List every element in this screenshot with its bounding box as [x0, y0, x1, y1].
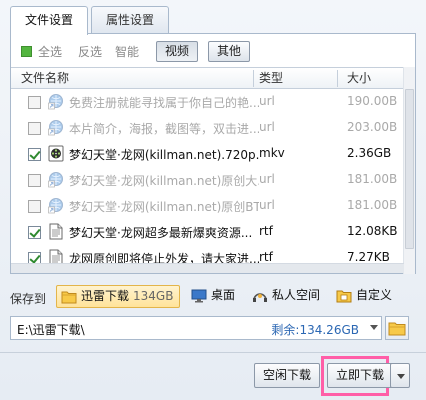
column-name-header[interactable]: 文件名称	[21, 68, 69, 89]
url-shortcut-icon	[48, 120, 63, 136]
save-path-combobox[interactable]: E:\迅雷下载\ 剩余:134.26GB	[10, 316, 382, 340]
file-size: 7.27KB	[347, 250, 390, 264]
idle-download-button[interactable]: 空闲下载	[254, 363, 321, 388]
private-space-icon	[253, 293, 267, 302]
file-type: url	[259, 120, 275, 134]
table-row[interactable]: 梦幻天堂·龙网(killman.net).720p.... mkv 2.36GB	[11, 141, 404, 167]
custom-folder-icon	[336, 290, 352, 303]
file-name: 梦幻天堂·龙网(killman.net)原创BT...	[69, 200, 259, 214]
table-row[interactable]: 梦幻天堂·龙网(killman.net)原创BT... url 181.00B	[11, 193, 404, 219]
other-filter-button[interactable]: 其他	[208, 41, 251, 62]
url-shortcut-icon	[48, 198, 63, 214]
url-shortcut-icon	[48, 172, 63, 188]
browse-folder-button[interactable]	[385, 316, 409, 340]
new-download-dialog: 文件设置 属性设置 全选 反选 智能 视频 其他 文件名称 类型 大小 免费注册…	[0, 0, 426, 400]
download-now-button[interactable]: 立即下载	[327, 363, 394, 388]
file-type: rtf	[259, 250, 273, 264]
table-row[interactable]: 本片简介，海报，截图等，双击进... url 203.00B	[11, 115, 404, 141]
custom-location-label: 自定义	[356, 288, 393, 302]
chevron-down-icon	[397, 374, 405, 379]
smart-select-link[interactable]: 智能	[115, 43, 139, 60]
scrollbar-thumb[interactable]	[405, 89, 414, 249]
private-space-label: 私人空间	[272, 288, 321, 302]
file-type: url	[259, 172, 275, 186]
file-size: 12.08KB	[347, 224, 398, 238]
file-name: 免费注册就能寻找属于你自己的艳...	[69, 96, 259, 110]
tab-file-settings[interactable]: 文件设置	[10, 6, 89, 35]
column-size-header[interactable]: 大小	[347, 68, 371, 89]
file-size: 2.36GB	[347, 146, 392, 160]
row-checkbox[interactable]	[28, 226, 41, 239]
xunlei-location-label: 迅雷下载	[81, 289, 130, 303]
desktop-location-button[interactable]: 桌面	[187, 285, 241, 308]
table-row[interactable]: 免费注册就能寻找属于你自己的艳... url 190.00B	[11, 89, 404, 115]
file-list-panel: 全选 反选 智能 视频 其他 文件名称 类型 大小 免费注册就能寻找属于你自己的…	[10, 33, 416, 274]
filter-bar: 全选 反选 智能 视频 其他	[11, 34, 415, 67]
file-rows: 免费注册就能寻找属于你自己的艳... url 190.00B 本片简介，海报，截…	[11, 89, 404, 275]
horizontal-scrollbar[interactable]	[11, 263, 404, 273]
file-size: 190.00B	[347, 94, 398, 108]
table-row[interactable]: 梦幻天堂·龙网超多最新爆爽资源... rtf 12.08KB	[11, 219, 404, 245]
select-all-indicator-icon[interactable]	[21, 46, 32, 57]
column-separator[interactable]	[253, 70, 254, 87]
tab-property-settings[interactable]: 属性设置	[91, 6, 170, 34]
row-checkbox[interactable]	[28, 174, 41, 187]
row-checkbox[interactable]	[28, 122, 41, 135]
desktop-location-label: 桌面	[211, 288, 236, 302]
column-separator[interactable]	[337, 70, 338, 87]
file-size: 203.00B	[347, 120, 398, 134]
file-name: 梦幻天堂·龙网(killman.net).720p....	[69, 148, 259, 162]
select-all-link[interactable]: 全选	[38, 43, 62, 60]
row-checkbox[interactable]	[28, 148, 41, 161]
vertical-scrollbar[interactable]	[403, 67, 415, 274]
private-space-location-button[interactable]: 私人空间	[248, 285, 326, 308]
xunlei-download-location-button[interactable]: 迅雷下载 134GB	[56, 285, 181, 308]
file-size: 181.00B	[347, 198, 398, 212]
table-row[interactable]: 梦幻天堂·龙网(killman.net)原创大... url 181.00B	[11, 167, 404, 193]
video-file-icon	[48, 145, 64, 162]
chevron-down-icon[interactable]	[370, 325, 378, 330]
video-filter-button[interactable]: 视频	[156, 41, 199, 62]
table-header: 文件名称 类型 大小	[11, 67, 404, 89]
column-type-header[interactable]: 类型	[259, 68, 283, 89]
file-name: 本片简介，海报，截图等，双击进...	[69, 122, 259, 136]
file-type: url	[259, 198, 275, 212]
invert-selection-link[interactable]: 反选	[78, 43, 102, 60]
document-file-icon	[49, 223, 63, 240]
row-checkbox[interactable]	[28, 200, 41, 213]
save-path-value[interactable]: E:\迅雷下载\	[17, 321, 85, 338]
desktop-icon	[191, 289, 207, 303]
save-to-label: 保存到	[10, 292, 47, 306]
remaining-space-text: 剩余:134.26GB	[271, 323, 359, 337]
file-type: mkv	[259, 146, 285, 160]
file-name: 梦幻天堂·龙网超多最新爆爽资源...	[69, 226, 253, 240]
file-type: rtf	[259, 224, 273, 238]
url-shortcut-icon	[48, 94, 63, 110]
download-options-dropdown[interactable]	[390, 363, 410, 388]
xunlei-location-size: 134GB	[133, 289, 174, 303]
file-size: 181.00B	[347, 172, 398, 186]
custom-location-button[interactable]: 自定义	[332, 285, 398, 308]
file-name: 梦幻天堂·龙网(killman.net)原创大...	[69, 174, 259, 188]
file-type: url	[259, 94, 275, 108]
footer-divider	[0, 352, 426, 353]
row-checkbox[interactable]	[28, 96, 41, 109]
tab-bar: 文件设置 属性设置	[10, 6, 172, 35]
folder-open-icon	[388, 322, 406, 336]
folder-icon	[61, 291, 77, 304]
